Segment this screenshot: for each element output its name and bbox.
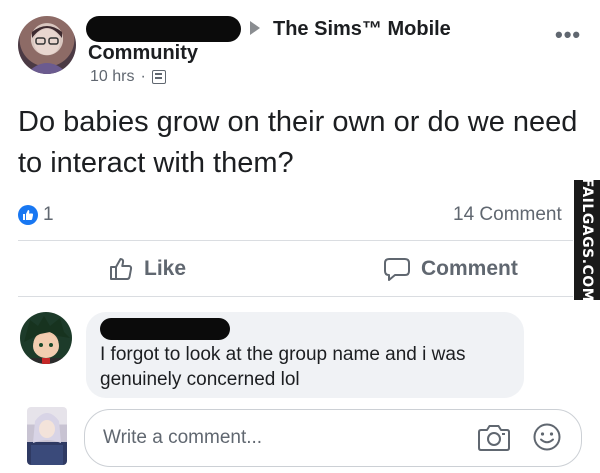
comment-text: I forgot to look at the group name and i…: [100, 344, 466, 390]
comment-button[interactable]: Comment: [383, 256, 518, 282]
like-reaction-icon[interactable]: [18, 205, 38, 225]
poster-avatar[interactable]: [18, 16, 76, 74]
camera-icon[interactable]: [477, 422, 511, 457]
reactions-count[interactable]: 1: [43, 204, 54, 226]
emoji-icon[interactable]: [532, 422, 562, 457]
meta-separator: ·: [140, 68, 146, 85]
post-timestamp[interactable]: 10 hrs: [90, 68, 134, 86]
arrow-right-icon: [250, 21, 260, 35]
group-name-suffix[interactable]: Community: [88, 42, 198, 65]
divider-top: [18, 240, 573, 241]
comment-input[interactable]: Write a comment...: [103, 427, 262, 449]
more-options-icon[interactable]: •••: [555, 22, 581, 48]
watermark-banner: FAILGAGS.COM: [574, 177, 600, 303]
comment-icon: [384, 258, 410, 281]
like-button-label: Like: [144, 257, 187, 280]
post-meta: 10 hrs ·: [90, 68, 166, 86]
commenter-avatar[interactable]: [20, 312, 72, 364]
post-text: Do babies grow on their own or do we nee…: [18, 106, 578, 179]
current-user-avatar[interactable]: [27, 407, 67, 465]
redacted-username: [86, 16, 241, 42]
like-icon: [110, 258, 133, 280]
comment-bubble: I forgot to look at the group name and i…: [86, 312, 524, 398]
group-name-link[interactable]: The Sims™ Mobile: [273, 18, 451, 41]
comments-count[interactable]: 14 Comment: [453, 204, 562, 226]
group-privacy-icon: [151, 70, 166, 84]
redacted-commenter-name: [100, 318, 230, 340]
like-button[interactable]: Like: [108, 256, 186, 282]
divider-bottom: [18, 296, 573, 297]
watermark-text: FAILGAGS.COM: [579, 177, 595, 303]
comment-button-label: Comment: [421, 257, 518, 280]
